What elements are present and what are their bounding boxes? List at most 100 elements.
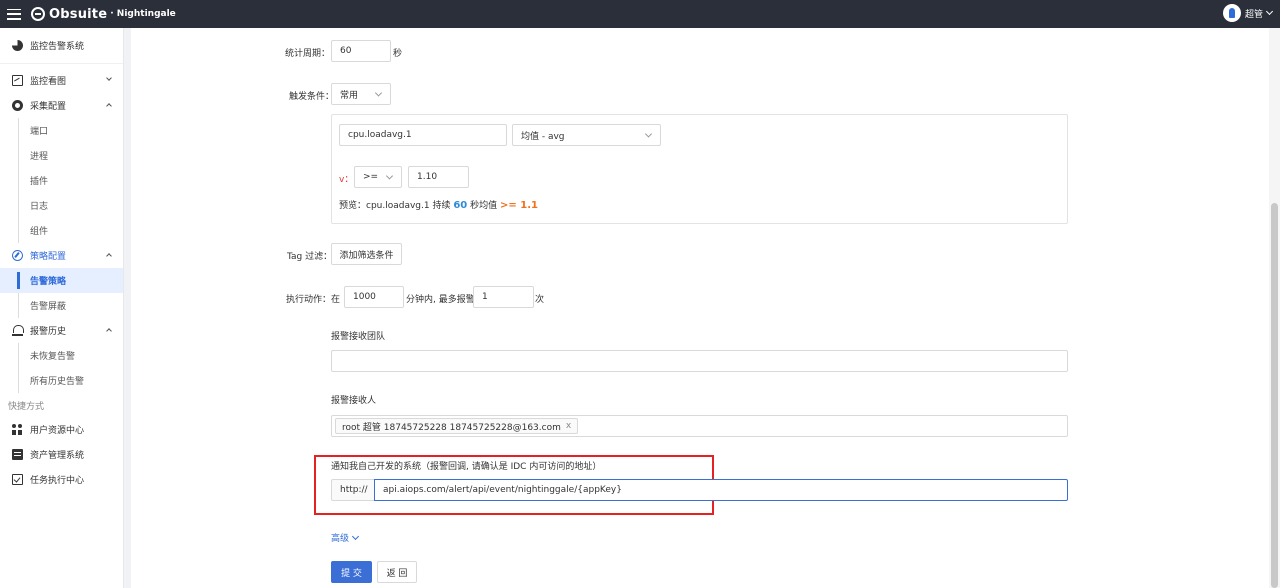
sidebar-item-label: 未恢复告警: [30, 352, 76, 362]
action-label: 执行动作：: [286, 295, 332, 305]
callback-label: 通知我自己开发的系统（报警回调, 请确认是 IDC 内可访问的地址）: [331, 462, 602, 472]
compass-icon: [12, 250, 23, 261]
sidebar-item-log[interactable]: 日志: [0, 193, 123, 218]
sidebar-group-monitor[interactable]: 监控看图: [0, 68, 123, 93]
trigger-mode-value: 常用: [340, 90, 359, 101]
collect-submenu: 端口 进程 插件 日志 组件: [0, 118, 123, 243]
advanced-toggle[interactable]: 高级: [331, 531, 360, 544]
shortcut-asset-system[interactable]: 资产管理系统: [0, 442, 123, 467]
chevron-up-icon: [106, 328, 112, 334]
system-title[interactable]: 监控告警系统: [0, 28, 123, 64]
chevron-up-icon: [106, 103, 112, 109]
sidebar-item-all-history[interactable]: 所有历史告警: [0, 368, 123, 393]
preview-prefix: 预览：cpu.loadavg.1 持续: [339, 201, 451, 211]
strategy-submenu: 告警策略 告警屏蔽: [0, 268, 123, 318]
period-input[interactable]: 60: [331, 40, 391, 62]
action-times-input[interactable]: 1: [473, 286, 534, 308]
task-icon: [12, 474, 23, 485]
chevron-down-icon: [385, 172, 394, 180]
chevron-down-icon: [644, 130, 653, 138]
sidebar-item-port[interactable]: 端口: [0, 118, 123, 143]
trigger-label: 触发条件：: [289, 92, 335, 102]
history-submenu: 未恢复告警 所有历史告警: [0, 343, 123, 393]
sidebar-item-label: 所有历史告警: [30, 377, 85, 387]
func-value: 均值 - avg: [521, 131, 565, 142]
sidebar-item-alert-mute[interactable]: 告警屏蔽: [0, 293, 123, 318]
chevron-up-icon: [106, 253, 112, 259]
chevron-down-icon: [106, 75, 112, 81]
chart-monitor-icon: [12, 75, 23, 86]
team-label: 报警接收团队: [331, 332, 386, 342]
receiver-label: 报警接收人: [331, 396, 377, 406]
team-select[interactable]: [331, 350, 1068, 372]
preview-seconds: 60: [453, 200, 468, 211]
menu-toggle-icon[interactable]: [7, 8, 21, 20]
sidebar-group-label: 策略配置: [30, 252, 67, 262]
metric-input[interactable]: cpu.loadavg.1: [339, 124, 507, 146]
sidebar-group-label: 报警历史: [30, 327, 67, 337]
scrollbar-thumb[interactable]: [1271, 203, 1278, 588]
period-label: 统计周期：: [285, 49, 331, 59]
asset-icon: [12, 449, 23, 460]
pie-chart-icon: [12, 40, 23, 51]
sidebar-group-strategy[interactable]: 策略配置: [0, 243, 123, 268]
trigger-mode-select[interactable]: 常用: [331, 83, 391, 105]
sidebar-item-label: 告警屏蔽: [30, 302, 67, 312]
sidebar-item-label: 日志: [30, 202, 49, 212]
action-mid-label: 分钟内, 最多报警: [406, 295, 475, 305]
sidebar-group-history[interactable]: 报警历史: [0, 318, 123, 343]
period-unit: 秒: [393, 49, 403, 59]
shortcut-user-center[interactable]: 用户资源中心: [0, 417, 123, 442]
user-name: 超管: [1244, 9, 1263, 20]
sidebar-group-label: 监控看图: [30, 77, 67, 87]
user-menu[interactable]: 超管: [1222, 4, 1274, 22]
sidebar-item-plugin[interactable]: 插件: [0, 168, 123, 193]
func-select[interactable]: 均值 - avg: [512, 124, 661, 146]
submit-button[interactable]: 提 交: [331, 561, 372, 583]
collect-icon: [12, 100, 23, 111]
system-title-label: 监控告警系统: [30, 42, 85, 52]
action-unit-label: 次: [535, 295, 545, 305]
top-bar: Obsuite · Nightingale 超管: [0, 0, 1280, 28]
shortcut-section-label: 快捷方式: [8, 401, 45, 412]
sidebar-group-label: 采集配置: [30, 102, 67, 112]
action-minutes-input[interactable]: 1000: [344, 286, 404, 308]
operator-value: >=: [363, 172, 379, 182]
threshold-input[interactable]: 1.10: [408, 166, 469, 188]
chevron-down-icon: [374, 89, 383, 97]
callback-url-input[interactable]: api.aiops.com/alert/api/event/nightingga…: [374, 479, 1068, 501]
v-label: v：: [339, 175, 354, 185]
sidebar-item-label: 端口: [30, 127, 49, 137]
advanced-label: 高级: [331, 534, 350, 544]
brand-logo[interactable]: Obsuite · Nightingale: [31, 7, 176, 22]
receiver-tag-label: root 超管 18745725228 18745725228@163.com: [342, 422, 561, 433]
preview-text: 预览：cpu.loadavg.1 持续 60 秒均值 >= 1.1: [339, 198, 538, 211]
chevron-down-icon: [1265, 7, 1274, 16]
tag-filter-label: Tag 过滤：: [287, 252, 333, 262]
operator-select[interactable]: >=: [354, 166, 402, 188]
sidebar-item-alert-strategy[interactable]: 告警策略: [0, 268, 123, 293]
close-icon[interactable]: x: [566, 421, 571, 431]
users-icon: [12, 424, 23, 435]
callback-prefix: http://: [331, 479, 374, 501]
brand-name: Obsuite: [49, 6, 108, 22]
shortcut-label: 资产管理系统: [30, 451, 85, 461]
back-button[interactable]: 返 回: [377, 561, 417, 583]
sidebar-item-label: 组件: [30, 227, 49, 237]
add-filter-button[interactable]: 添加筛选条件: [331, 243, 402, 265]
sidebar-item-label: 进程: [30, 152, 49, 162]
sidebar: 监控告警系统 监控看图 采集配置 端口 进程 插件 日志 组件 策略配置 告警策…: [0, 28, 124, 588]
sidebar-item-component[interactable]: 组件: [0, 218, 123, 243]
shortcut-label: 任务执行中心: [30, 476, 85, 486]
history-icon: [12, 325, 24, 336]
shortcut-task-center[interactable]: 任务执行中心: [0, 467, 123, 492]
sidebar-item-unrecovered[interactable]: 未恢复告警: [0, 343, 123, 368]
sidebar-item-process[interactable]: 进程: [0, 143, 123, 168]
scrollbar[interactable]: [1269, 28, 1280, 588]
preview-mid: 秒均值: [470, 201, 498, 211]
avatar: [1222, 4, 1241, 22]
brand-subtitle: · Nightingale: [110, 9, 176, 19]
obsuite-logo-icon: [31, 7, 45, 21]
sidebar-group-collect[interactable]: 采集配置: [0, 93, 123, 118]
sidebar-item-label: 告警策略: [30, 277, 67, 287]
